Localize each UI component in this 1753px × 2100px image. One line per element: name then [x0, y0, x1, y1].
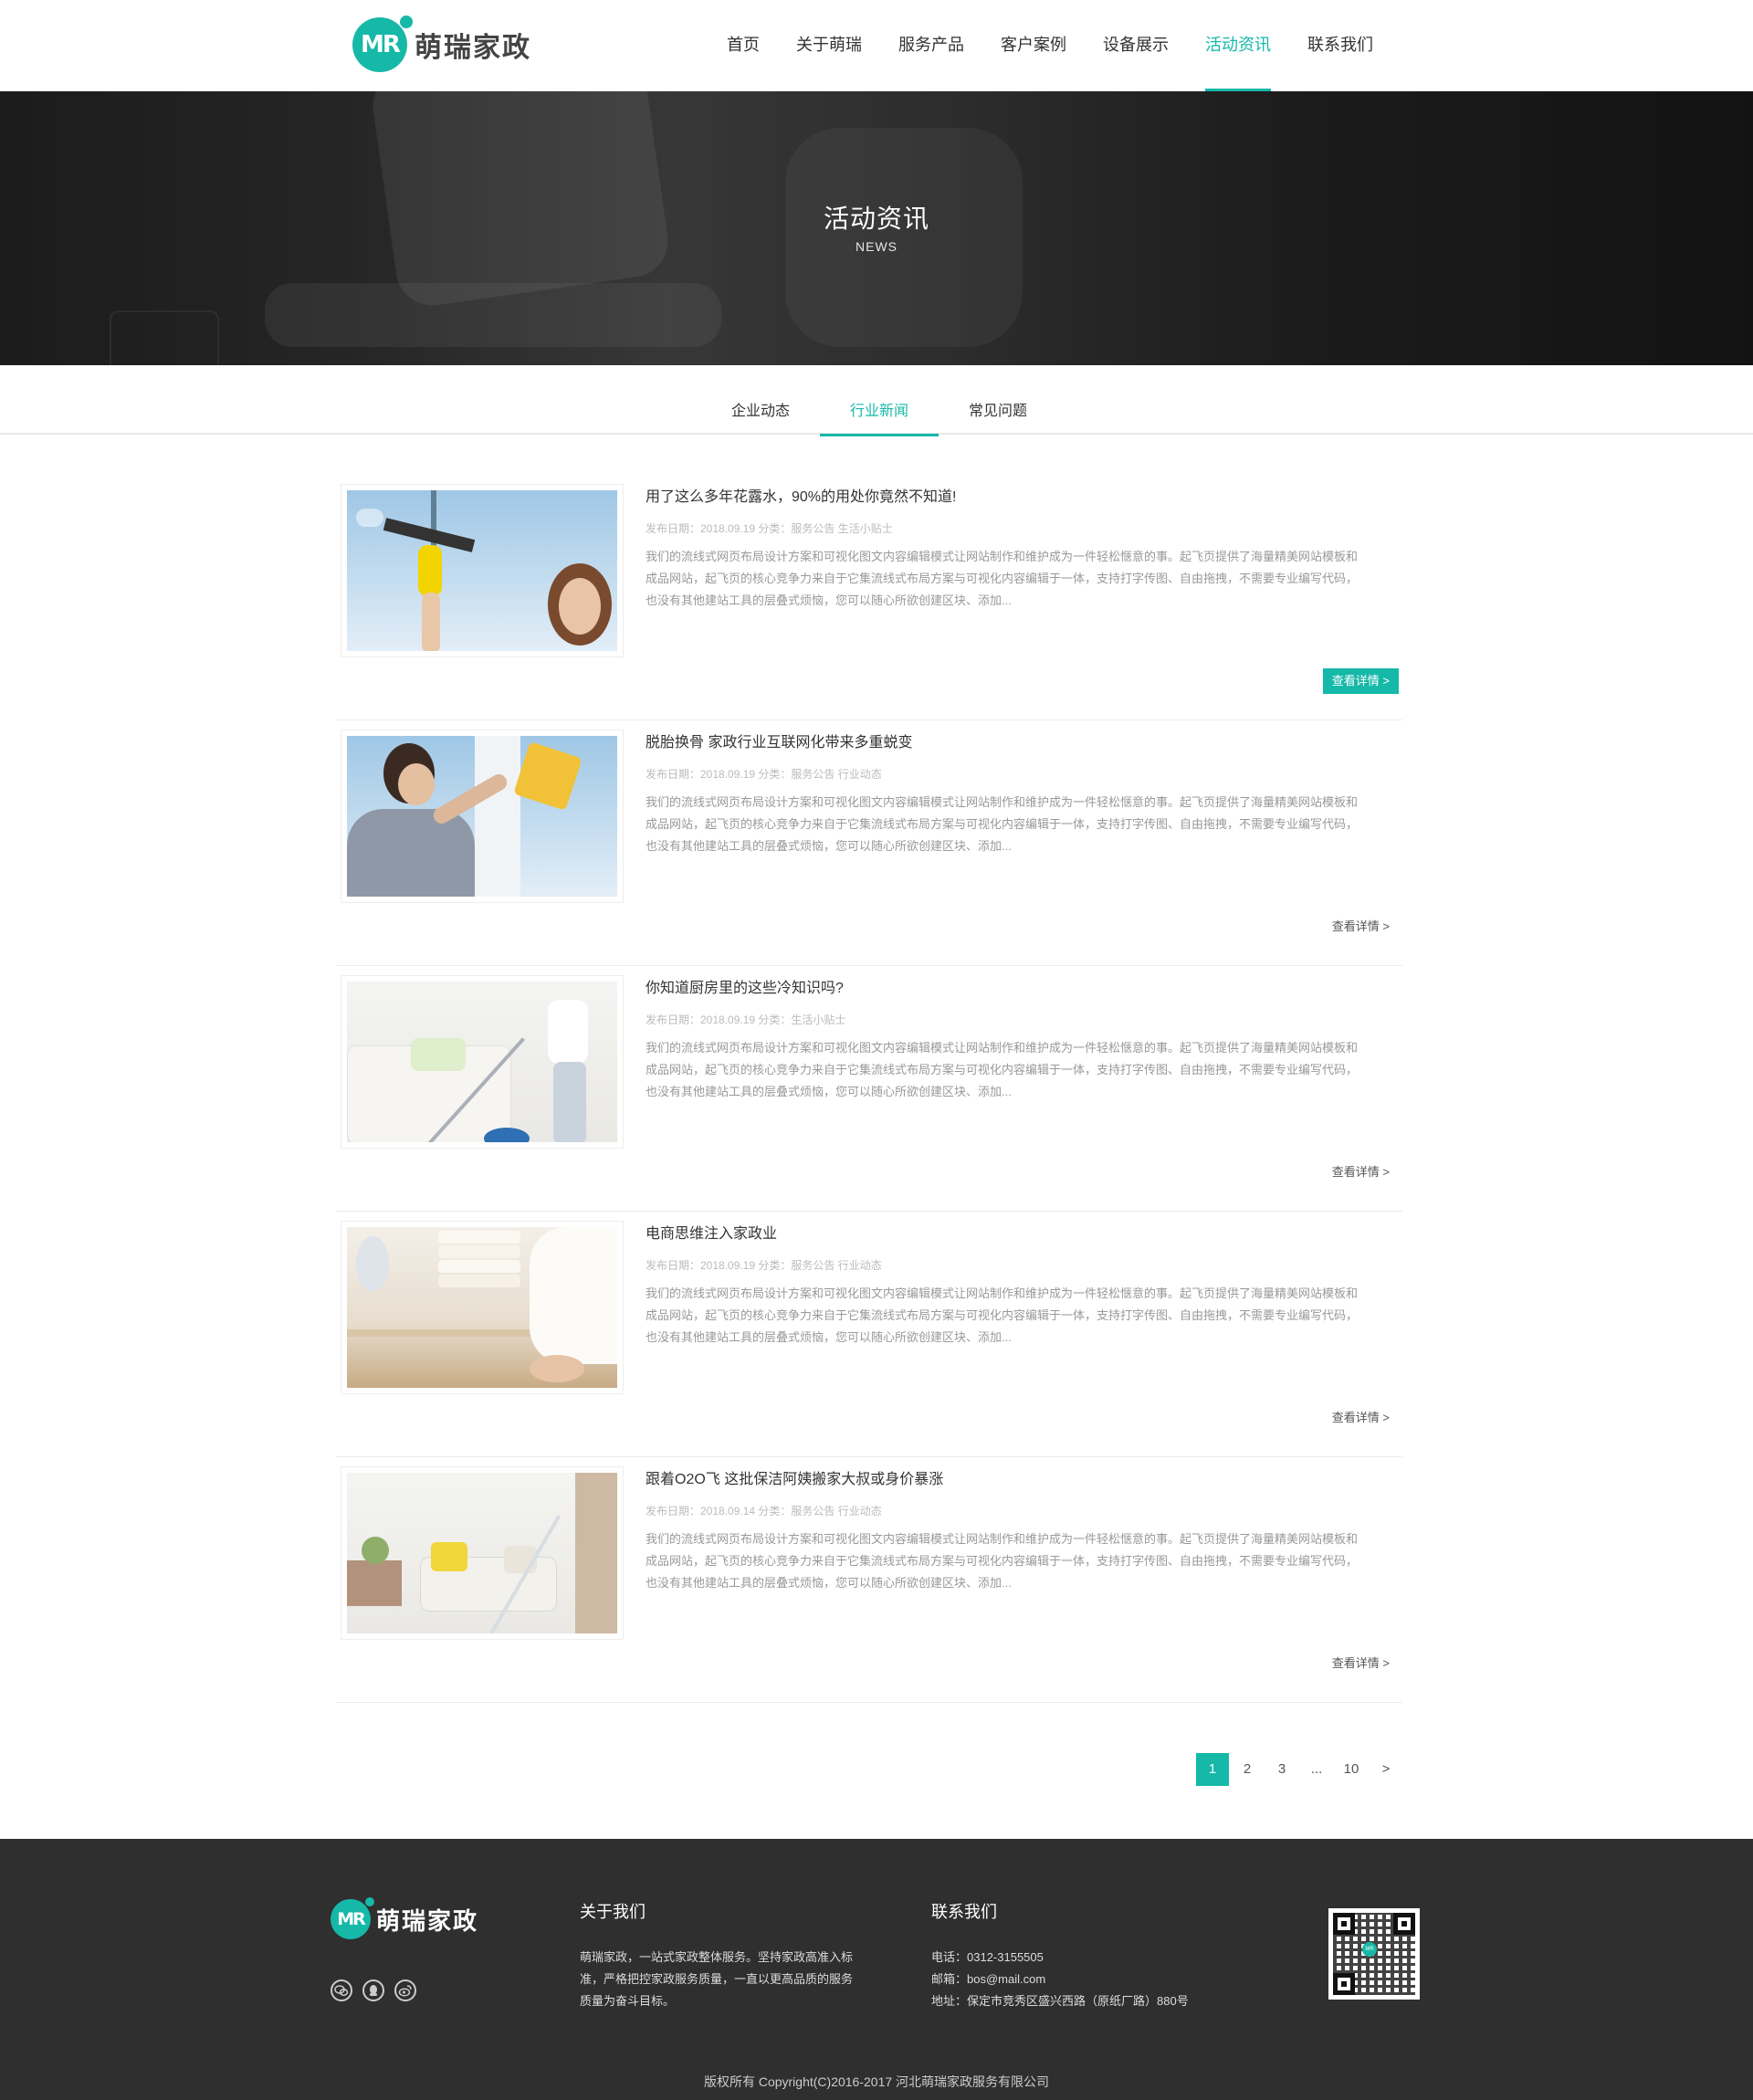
nav-item-news[interactable]: 活动资讯 [1187, 0, 1289, 91]
article-title[interactable]: 跟着O2O飞 这批保洁阿姨搬家大叔或身价暴涨 [646, 1466, 943, 1488]
site-logo[interactable]: MR 萌瑞家政 [352, 15, 531, 75]
logo-dot [400, 16, 413, 28]
footer-logo-name: 萌瑞家政 [376, 1906, 479, 1935]
article-meta: 发布日期：2018.09.19 分类：服务公告 行业动态 [646, 768, 882, 781]
qr-finder [1333, 1973, 1355, 1995]
footer-logo-mark-text: MR [337, 1909, 366, 1929]
nav-item-contact[interactable]: 联系我们 [1289, 0, 1391, 91]
footer-contact-info: 电话：0312-3155505 邮箱：bos@mail.com 地址：保定市竞秀… [931, 1947, 1189, 2012]
article-summary: 我们的流线式网页布局设计方案和可视化图文内容编辑模式让网站制作和维护成为一件轻松… [646, 1286, 1359, 1344]
view-details-button[interactable]: 查看详情 > [1323, 1651, 1399, 1676]
logo-mark-text: MR [361, 31, 401, 58]
article-summary: 我们的流线式网页布局设计方案和可视化图文内容编辑模式让网站制作和维护成为一件轻松… [646, 550, 1359, 607]
tab-company-news[interactable]: 企业动态 [701, 365, 820, 435]
list-item: 电商思维注入家政业 发布日期：2018.09.19 分类：服务公告 行业动态 我… [336, 1212, 1402, 1457]
view-details-button[interactable]: 查看详情 > [1323, 1160, 1399, 1185]
tab-industry-news[interactable]: 行业新闻 [820, 365, 939, 436]
list-item: 你知道厨房里的这些冷知识吗? 发布日期：2018.09.19 分类：生活小贴士 … [336, 966, 1402, 1212]
qq-icon[interactable] [362, 1979, 384, 2001]
tab-faq[interactable]: 常见问题 [939, 365, 1057, 435]
qr-finder [1393, 1913, 1415, 1935]
page-2-button[interactable]: 2 [1231, 1753, 1264, 1786]
article-meta: 发布日期：2018.09.14 分类：服务公告 行业动态 [646, 1505, 882, 1517]
qr-finder [1333, 1913, 1355, 1935]
window-cloth-image [347, 736, 617, 897]
page-banner: 活动资讯 NEWS [0, 91, 1753, 365]
article-thumbnail[interactable] [341, 1466, 624, 1640]
view-details-button[interactable]: 查看详情 > [1322, 668, 1399, 694]
article-title[interactable]: 电商思维注入家政业 [646, 1221, 777, 1243]
footer-logo[interactable]: MR 萌瑞家政 [331, 1897, 479, 1939]
view-details-button[interactable]: 查看详情 > [1323, 1405, 1399, 1431]
article-thumbnail[interactable] [341, 975, 624, 1149]
article-title[interactable]: 脱胎换骨 家政行业互联网化带来多重蜕变 [646, 730, 912, 751]
footer-about-title: 关于我们 [580, 1903, 646, 1921]
article-meta: 发布日期：2018.09.19 分类：生活小贴士 [646, 1013, 846, 1026]
article-meta: 发布日期：2018.09.19 分类：服务公告 生活小贴士 [646, 522, 893, 535]
qr-logo: MR [1362, 1942, 1377, 1957]
copyright: 版权所有 Copyright(C)2016-2017 河北萌瑞家政服务有限公司 [703, 2074, 1050, 2089]
contact-phone: 电话：0312-3155505 [931, 1950, 1044, 1964]
pagination: 1 2 3 ... 10 > [1194, 1753, 1402, 1786]
folded-towels-image [347, 1227, 617, 1388]
page-3-button[interactable]: 3 [1265, 1753, 1298, 1786]
list-item: 用了这么多年花露水，90%的用处你竟然不知道! 发布日期：2018.09.19 … [336, 475, 1402, 720]
view-details-button[interactable]: 查看详情 > [1323, 914, 1399, 940]
main-nav: 首页 关于萌瑞 服务产品 客户案例 设备展示 活动资讯 联系我们 [709, 0, 1391, 91]
footer-logo-dot [365, 1897, 374, 1906]
article-thumbnail[interactable] [341, 1221, 624, 1394]
list-item: 跟着O2O飞 这批保洁阿姨搬家大叔或身价暴涨 发布日期：2018.09.14 分… [336, 1457, 1402, 1703]
footer-logo-mark: MR [331, 1897, 374, 1939]
contact-email[interactable]: 邮箱：bos@mail.com [931, 1969, 1189, 1990]
article-meta: 发布日期：2018.09.19 分类：服务公告 行业动态 [646, 1259, 882, 1272]
category-tab-list: 企业动态 行业新闻 常见问题 [701, 365, 1057, 436]
logo-name: 萌瑞家政 [415, 33, 531, 63]
footer-about-text: 萌瑞家政，一站式家政整体服务。坚持家政高准入标准，严格把控家政服务质量，一直以更… [580, 1950, 854, 2008]
article-list: 用了这么多年花露水，90%的用处你竟然不知道! 发布日期：2018.09.19 … [336, 475, 1402, 1703]
nav-item-cases[interactable]: 客户案例 [982, 0, 1085, 91]
vacuum-sofa-image [347, 982, 617, 1142]
banner-title: 活动资讯 [823, 205, 929, 233]
list-item: 脱胎换骨 家政行业互联网化带来多重蜕变 发布日期：2018.09.19 分类：服… [336, 720, 1402, 966]
article-title[interactable]: 用了这么多年花露水，90%的用处你竟然不知道! [646, 484, 956, 506]
footer-contact-title: 联系我们 [931, 1903, 997, 1921]
nav-item-services[interactable]: 服务产品 [880, 0, 982, 91]
article-thumbnail[interactable] [341, 484, 624, 657]
article-summary: 我们的流线式网页布局设计方案和可视化图文内容编辑模式让网站制作和维护成为一件轻松… [646, 795, 1359, 853]
article-thumbnail[interactable] [341, 730, 624, 903]
article-summary: 我们的流线式网页布局设计方案和可视化图文内容编辑模式让网站制作和维护成为一件轻松… [646, 1532, 1359, 1590]
next-page-button[interactable]: > [1370, 1753, 1402, 1786]
page-ellipsis: ... [1310, 1761, 1323, 1777]
qr-code: MR [1328, 1908, 1420, 2000]
social-links [331, 1979, 426, 2001]
page-10-button[interactable]: 10 [1335, 1753, 1368, 1786]
category-tabs: 企业动态 行业新闻 常见问题 [0, 365, 1753, 436]
wechat-icon[interactable] [331, 1979, 352, 2001]
nav-item-home[interactable]: 首页 [709, 0, 778, 91]
article-title[interactable]: 你知道厨房里的这些冷知识吗? [646, 975, 844, 997]
logo-mark: MR [352, 16, 413, 72]
window-squeegee-image [347, 490, 617, 651]
site-footer: MR 萌瑞家政 关于我们 萌瑞家政，一站式家政整体服务。坚持家政高准入标准，严格… [0, 1839, 1753, 2100]
article-summary: 我们的流线式网页布局设计方案和可视化图文内容编辑模式让网站制作和维护成为一件轻松… [646, 1041, 1359, 1098]
site-header: MR 萌瑞家政 首页 关于萌瑞 服务产品 客户案例 设备展示 活动资讯 联系我们 [0, 0, 1753, 91]
nav-item-about[interactable]: 关于萌瑞 [778, 0, 880, 91]
contact-address: 地址：保定市竞秀区盛兴西路（原纸厂路）880号 [931, 1994, 1189, 2008]
mop-living-room-image [347, 1473, 617, 1633]
page-1-button[interactable]: 1 [1196, 1753, 1229, 1786]
nav-item-equipment[interactable]: 设备展示 [1085, 0, 1187, 91]
weibo-icon[interactable] [394, 1979, 416, 2001]
banner-subtitle: NEWS [856, 239, 897, 254]
